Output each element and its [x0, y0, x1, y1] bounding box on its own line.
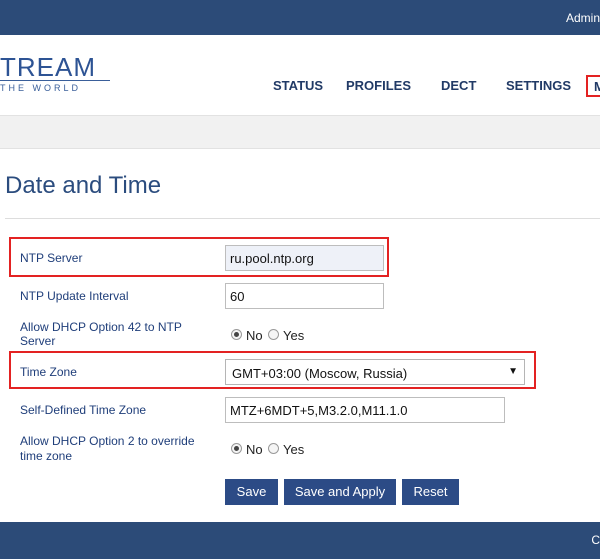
dhcp2-label-line2: time zone: [20, 449, 73, 463]
dhcp42-label-line1: Allow DHCP Option 42 to NTP: [20, 320, 182, 334]
dhcp42-no-radio[interactable]: [231, 329, 242, 340]
dhcp42-no-label: No: [246, 328, 263, 343]
dropdown-arrow-icon: ▼: [508, 366, 518, 377]
nav-maintenance-label: M: [594, 79, 600, 94]
logo-tagline: THE WORLD: [0, 83, 81, 93]
dhcp2-yes-label: Yes: [283, 442, 305, 457]
dhcp2-yes-radio[interactable]: [268, 443, 279, 454]
top-bar: Admin: [0, 0, 600, 35]
logo-text: TREAM: [0, 52, 96, 82]
ntp-server-label: NTP Server: [20, 251, 83, 265]
footer-text: C: [591, 533, 600, 547]
dhcp42-yes-radio[interactable]: [268, 329, 279, 340]
logo-divider: [0, 80, 110, 81]
dhcp2-label-line1: Allow DHCP Option 2 to override: [20, 434, 195, 448]
page-title: Date and Time: [5, 172, 162, 199]
time-zone-value: GMT+03:00 (Moscow, Russia): [232, 366, 408, 381]
ntp-interval-label: NTP Update Interval: [20, 289, 129, 303]
dhcp2-no-label: No: [246, 442, 263, 457]
nav-settings[interactable]: SETTINGS: [506, 78, 571, 93]
reset-button[interactable]: Reset: [402, 479, 459, 505]
title-divider: [5, 218, 600, 219]
sub-nav-bar: [0, 115, 600, 149]
self-tz-label: Self-Defined Time Zone: [20, 403, 147, 417]
self-tz-input[interactable]: [225, 397, 505, 423]
nav-maintenance-highlighted[interactable]: M: [586, 75, 600, 97]
ntp-server-input[interactable]: [225, 245, 384, 271]
admin-user-label[interactable]: Admin: [566, 11, 600, 25]
ntp-interval-input[interactable]: [225, 283, 384, 309]
nav-dect[interactable]: DECT: [441, 78, 476, 93]
dhcp42-label-line2: Server: [20, 334, 56, 348]
dhcp42-yes-label: Yes: [283, 328, 305, 343]
footer: C: [0, 522, 600, 559]
save-and-apply-button[interactable]: Save and Apply: [284, 479, 396, 505]
nav-profiles[interactable]: PROFILES: [346, 78, 411, 93]
dhcp2-no-radio[interactable]: [231, 443, 242, 454]
nav-status[interactable]: STATUS: [273, 78, 323, 93]
save-button[interactable]: Save: [225, 479, 278, 505]
time-zone-select[interactable]: GMT+03:00 (Moscow, Russia) ▼: [225, 359, 525, 385]
time-zone-label: Time Zone: [20, 365, 77, 379]
